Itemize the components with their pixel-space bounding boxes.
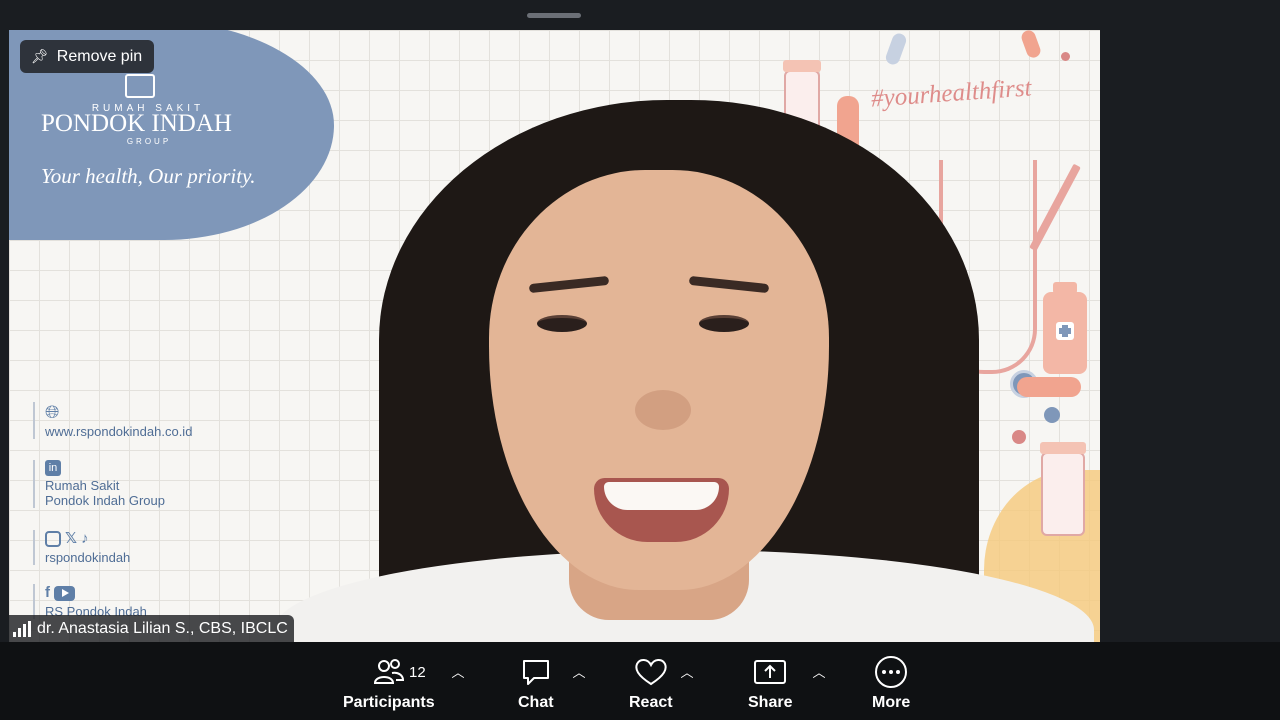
react-button[interactable]: React — [629, 650, 673, 712]
share-screen-icon — [754, 660, 787, 684]
heart-icon — [635, 659, 667, 686]
capsule-icon — [883, 31, 909, 67]
participants-button[interactable]: Participants — [343, 650, 435, 712]
tiktok-icon: ♪ — [81, 530, 89, 547]
pill-icon — [1012, 430, 1026, 444]
participants-label: Participants — [343, 694, 435, 711]
more-icon — [875, 656, 908, 688]
chat-button[interactable]: Chat — [518, 650, 554, 712]
instagram-icon — [45, 531, 61, 547]
facebook-youtube-info: f RS Pondok Indah — [33, 584, 147, 619]
chat-icon — [522, 660, 549, 685]
participant-name-tag: dr. Anastasia Lilian S., CBS, IBCLC — [9, 615, 294, 642]
hospital-logo-icon — [125, 74, 155, 98]
more-label: More — [872, 694, 911, 711]
more-button[interactable]: More — [872, 650, 910, 712]
linkedin-line2: Pondok Indah Group — [45, 493, 165, 508]
brand-group-text: GROUP — [126, 137, 172, 146]
pin-icon: 📌︎ — [31, 48, 49, 64]
pinned-video-tile[interactable]: RUMAH SAKIT PONDOK INDAH GROUP Your heal… — [9, 30, 1100, 642]
linkedin-line1: Rumah Sakit — [45, 478, 120, 493]
medicine-bottle-icon — [1043, 282, 1087, 374]
share-label: Share — [748, 694, 793, 711]
pill-jar-icon — [1040, 442, 1086, 536]
pill-icon — [1061, 52, 1070, 61]
social-handle: rspondokindah — [45, 550, 131, 565]
react-options-chevron-up-icon[interactable]: ︿ — [678, 662, 696, 680]
participant-eye — [699, 315, 749, 332]
capsule-icon — [1019, 30, 1043, 60]
remove-pin-button[interactable]: 📌︎ Remove pin — [20, 40, 155, 73]
participant-nose — [635, 390, 691, 430]
pill-icon — [1044, 407, 1060, 423]
brand-name: PONDOK INDAH — [41, 110, 232, 137]
linkedin-info: in Rumah Sakit Pondok Indah Group — [33, 460, 165, 508]
chat-options-chevron-up-icon[interactable]: ︿ — [570, 662, 588, 680]
website-text: www.rspondokindah.co.id — [45, 424, 193, 439]
react-label: React — [629, 694, 673, 711]
hashtag-text: #yourhealthfirst — [870, 74, 1033, 113]
facebook-icon: f — [45, 584, 50, 601]
participant-name: dr. Anastasia Lilian S., CBS, IBCLC — [37, 619, 288, 637]
empty-stage-area — [1100, 30, 1280, 642]
remove-pin-label: Remove pin — [56, 47, 143, 65]
social-info: 𝕏 ♪ rspondokindah — [33, 530, 130, 565]
share-button[interactable]: Share — [748, 650, 792, 712]
x-icon: 𝕏 — [65, 530, 78, 547]
website-info: 🌐︎ www.rspondokindah.co.id — [33, 402, 192, 439]
participants-icon — [373, 659, 404, 684]
linkedin-icon: in — [45, 460, 61, 476]
drag-handle[interactable] — [527, 13, 581, 18]
meeting-toolbar: Participants 12 ︿ Chat ︿ React ︿ Share ︿ — [0, 642, 1280, 720]
participant-eye — [537, 315, 587, 332]
participants-options-chevron-up-icon[interactable]: ︿ — [449, 662, 467, 680]
chat-label: Chat — [518, 694, 554, 711]
brand-tagline: Your health, Our priority. — [41, 164, 256, 188]
youtube-icon — [54, 585, 75, 601]
bandage-icon — [1017, 377, 1081, 397]
globe-icon: 🌐︎ — [45, 402, 60, 422]
participants-count: 12 — [409, 664, 426, 681]
share-options-chevron-up-icon[interactable]: ︿ — [810, 662, 828, 680]
connection-signal-icon — [13, 620, 31, 637]
